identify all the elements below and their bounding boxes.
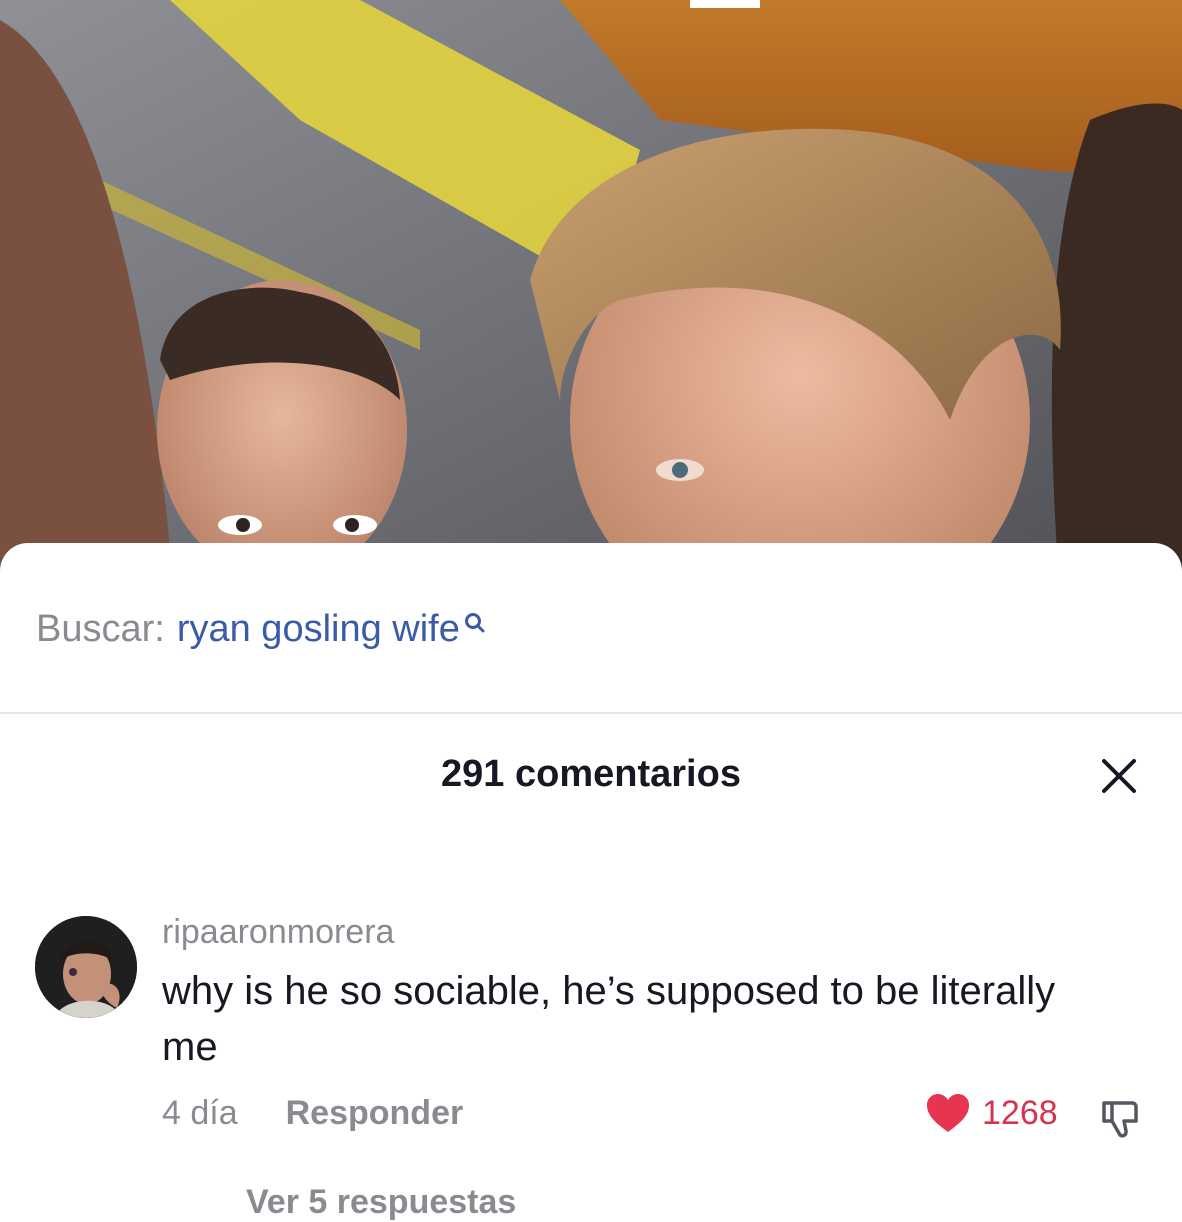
- like-count: 1268: [982, 1093, 1058, 1132]
- like-button[interactable]: 1268: [924, 1092, 1058, 1134]
- close-icon: [1102, 759, 1136, 793]
- comment-username[interactable]: ripaaronmorera: [162, 913, 394, 952]
- thumbs-down-icon: [1102, 1101, 1138, 1138]
- view-replies-link[interactable]: Ver 5 respuestas: [246, 1183, 516, 1222]
- comment-text: why is he so sociable, he’s supposed to …: [162, 969, 1056, 1069]
- comment-meta: 4 día Responder: [162, 1094, 463, 1133]
- dislike-button[interactable]: [1098, 1097, 1144, 1143]
- video-still-image: [0, 0, 1182, 600]
- comment-sheet: Buscar: ryan gosling wife 291 comentario…: [0, 543, 1182, 1221]
- comment-count-title: 291 comentarios: [441, 753, 741, 795]
- related-search-bar[interactable]: Buscar: ryan gosling wife: [36, 599, 488, 659]
- divider: [0, 712, 1182, 714]
- close-button[interactable]: [1096, 753, 1142, 799]
- search-query-link[interactable]: ryan gosling wife: [177, 608, 460, 651]
- reply-button[interactable]: Responder: [286, 1094, 464, 1133]
- search-prefix-label: Buscar:: [36, 607, 165, 650]
- comment-time: 4 día: [162, 1094, 238, 1132]
- heart-icon: [927, 1094, 969, 1132]
- video-frame[interactable]: [0, 0, 1182, 600]
- search-icon[interactable]: [462, 604, 488, 633]
- comment-item: ripaaronmorera why is he so sociable, he…: [0, 903, 1182, 1221]
- avatar[interactable]: [35, 916, 137, 1018]
